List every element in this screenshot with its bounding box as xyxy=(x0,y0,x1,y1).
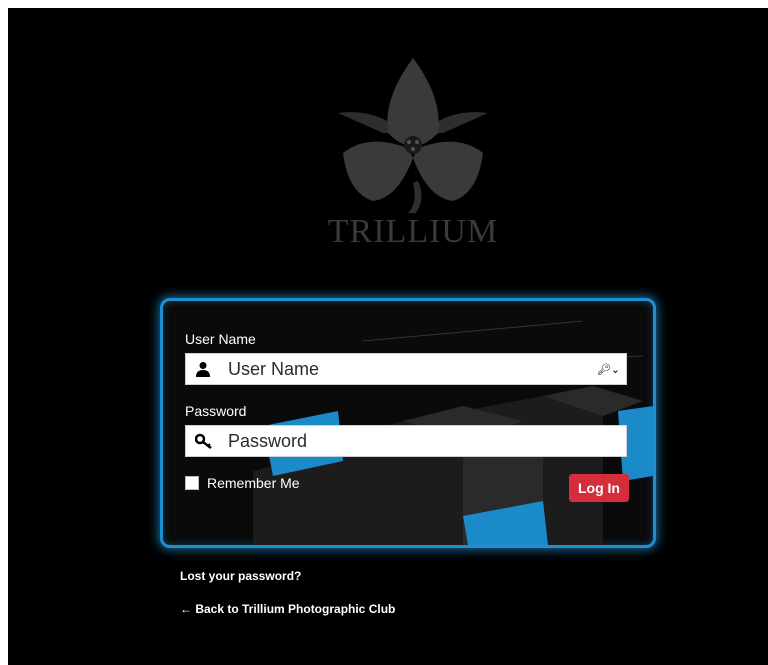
remember-me[interactable]: Remember Me xyxy=(185,475,300,491)
trillium-flower-icon xyxy=(338,58,488,213)
key-dropdown-icon[interactable]: 🔑︎⌄ xyxy=(597,363,620,376)
username-field[interactable]: 🔑︎⌄ xyxy=(185,353,627,385)
password-label: Password xyxy=(185,403,247,419)
password-field[interactable] xyxy=(185,425,627,457)
login-button[interactable]: Log In xyxy=(569,474,629,502)
site-logo-text: TRILLIUM xyxy=(327,213,499,250)
login-page: TRILLIUM User Name User Name 🔑︎⌄ Passwor… xyxy=(8,8,768,665)
remember-me-label: Remember Me xyxy=(207,475,300,491)
site-logo: TRILLIUM xyxy=(308,53,518,263)
password-input[interactable] xyxy=(228,429,588,453)
user-icon xyxy=(195,361,211,382)
username-label: User Name xyxy=(185,331,256,347)
back-to-site-link[interactable]: ← Back to Trillium Photographic Club xyxy=(180,602,395,616)
lost-password-link[interactable]: Lost your password? xyxy=(180,569,301,583)
username-input[interactable] xyxy=(228,357,588,381)
login-form: User Name 🔑︎⌄ Password xyxy=(160,298,656,548)
remember-me-checkbox[interactable] xyxy=(185,476,199,490)
key-icon xyxy=(194,433,213,454)
